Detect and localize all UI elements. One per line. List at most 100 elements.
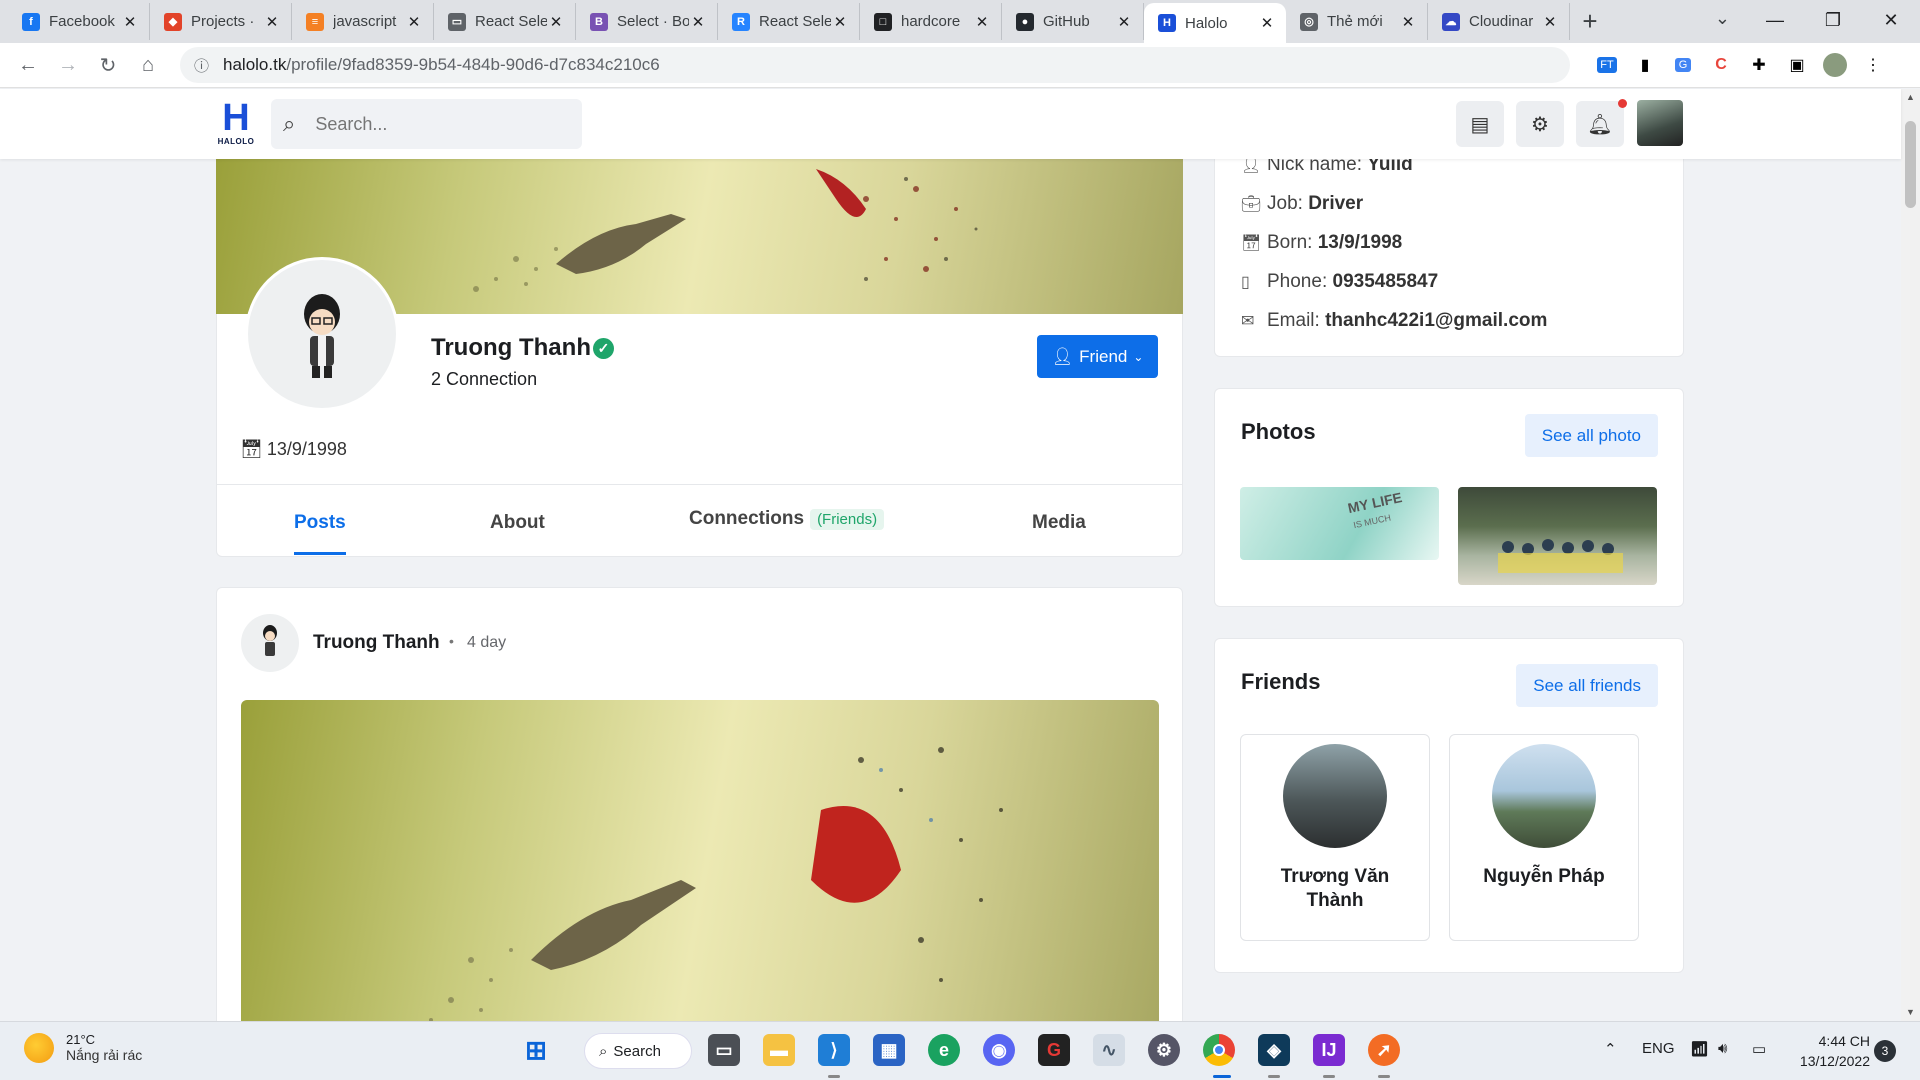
- browser-tab[interactable]: R React Sele ✕: [718, 3, 860, 40]
- tab-close-icon[interactable]: ✕: [1399, 13, 1417, 31]
- wifi-icon[interactable]: 📶︎: [1690, 1040, 1709, 1058]
- file-explorer-icon[interactable]: ▬: [763, 1034, 795, 1066]
- tab-title: React Sele: [475, 13, 547, 30]
- browser-tab[interactable]: f Facebook ✕: [8, 3, 150, 40]
- see-all-photos-button[interactable]: See all photo: [1524, 414, 1658, 457]
- tab-close-icon[interactable]: ✕: [1258, 14, 1276, 32]
- email-label: Email:: [1267, 310, 1320, 331]
- browser-tab[interactable]: ◎ Thẻ mới ✕: [1286, 3, 1428, 40]
- user-avatar[interactable]: [1637, 100, 1683, 146]
- see-all-friends-button[interactable]: See all friends: [1516, 664, 1658, 707]
- tab-media[interactable]: Media: [1032, 512, 1086, 534]
- postman-icon[interactable]: ➚: [1368, 1034, 1400, 1066]
- vscode-icon[interactable]: ⟩: [818, 1034, 850, 1066]
- phone-value: 0935485847: [1332, 271, 1439, 292]
- restore-icon[interactable]: ❐: [1804, 0, 1862, 40]
- browser-tab[interactable]: H Halolo ✕: [1144, 3, 1286, 43]
- browser-tab[interactable]: ● GitHub ✕: [1002, 3, 1144, 40]
- weather-widget[interactable]: 21°C Nắng rải rác: [24, 1032, 142, 1063]
- jetbrains-icon[interactable]: IJ: [1313, 1034, 1345, 1066]
- notification-count-badge[interactable]: 3: [1874, 1040, 1896, 1062]
- notifications-bell-icon[interactable]: 🔔︎: [1576, 101, 1624, 147]
- mysql-workbench-icon[interactable]: ◈: [1258, 1034, 1290, 1066]
- tab-close-icon[interactable]: ✕: [689, 13, 707, 31]
- tab-close-icon[interactable]: ✕: [263, 13, 281, 31]
- tab-close-icon[interactable]: ✕: [547, 13, 565, 31]
- post-author-avatar[interactable]: [241, 614, 299, 672]
- discord-icon[interactable]: ◉: [983, 1034, 1015, 1066]
- scroll-thumb[interactable]: [1905, 121, 1916, 208]
- scroll-up-icon[interactable]: ▲: [1901, 89, 1920, 106]
- friend-card[interactable]: Trương Văn Thành: [1240, 734, 1430, 941]
- photo-thumbnail[interactable]: MY LIFE IS MUCH: [1240, 487, 1439, 560]
- taskbar-search[interactable]: ⌕ Search: [584, 1033, 692, 1069]
- tab-close-icon[interactable]: ✕: [1541, 13, 1559, 31]
- browser-tab[interactable]: ◆ Projects · ✕: [150, 3, 292, 40]
- profile-connections[interactable]: 2 Connection: [431, 369, 537, 390]
- post-author-name[interactable]: Truong Thanh: [313, 632, 440, 654]
- address-bar[interactable]: ⓘ halolo.tk/profile/9fad8359-9b54-484b-9…: [180, 47, 1570, 83]
- chrome-icon[interactable]: [1203, 1034, 1235, 1066]
- logo-mark: H: [222, 97, 250, 139]
- tab-posts[interactable]: Posts: [294, 512, 346, 555]
- tab-close-icon[interactable]: ✕: [1115, 13, 1133, 31]
- battery-icon[interactable]: ▭: [1752, 1040, 1766, 1058]
- microsoft-store-icon[interactable]: ▦: [873, 1034, 905, 1066]
- settings-gear-icon[interactable]: ⚙: [1516, 101, 1564, 147]
- language-indicator[interactable]: ENG: [1642, 1040, 1675, 1057]
- profile-avatar-icon[interactable]: [1816, 47, 1854, 83]
- windows-start-icon[interactable]: ⊞: [520, 1034, 552, 1066]
- close-window-icon[interactable]: ✕: [1862, 0, 1920, 40]
- browser-tab[interactable]: ▭ React Sele ✕: [434, 3, 576, 40]
- system-clock[interactable]: 4:44 CH 13/12/2022: [1790, 1031, 1870, 1071]
- reload-icon[interactable]: ↻: [88, 45, 128, 85]
- friends-card: Friends See all friends Trương Văn Thành…: [1214, 638, 1684, 973]
- browser-tab[interactable]: ≡ javascript ✕: [292, 3, 434, 40]
- forward-icon[interactable]: →: [48, 45, 88, 85]
- born-label: Born:: [1267, 232, 1313, 253]
- extension-ft-icon[interactable]: FT: [1588, 47, 1626, 83]
- tab-search-icon[interactable]: ⌄: [1715, 8, 1730, 29]
- browser-tab[interactable]: □ hardcore ✕: [860, 3, 1002, 40]
- messages-icon[interactable]: ▤: [1456, 101, 1504, 147]
- translate-icon[interactable]: G: [1664, 47, 1702, 83]
- profile-avatar[interactable]: [245, 257, 399, 411]
- tab-connections[interactable]: Connections (Friends): [689, 508, 885, 530]
- tab-posts-label: Posts: [294, 512, 346, 533]
- tab-close-icon[interactable]: ✕: [405, 13, 423, 31]
- photo-thumbnail[interactable]: [1458, 487, 1657, 585]
- page-scrollbar[interactable]: ▲ ▼: [1901, 89, 1920, 1021]
- friend-button[interactable]: 👤︎ Friend ⌄: [1037, 335, 1158, 378]
- extensions-puzzle-icon[interactable]: ✚: [1740, 47, 1778, 83]
- browser-menu-icon[interactable]: ⋮: [1854, 47, 1892, 83]
- side-panel-icon[interactable]: ▣: [1778, 47, 1816, 83]
- browser-tab[interactable]: ☁ Cloudinar ✕: [1428, 3, 1570, 40]
- friend-card[interactable]: Nguyễn Pháp: [1449, 734, 1639, 941]
- post-image[interactable]: [241, 700, 1159, 1021]
- back-icon[interactable]: ←: [8, 45, 48, 85]
- home-icon[interactable]: ⌂: [128, 45, 168, 85]
- tray-chevron-up-icon[interactable]: ⌃: [1604, 1040, 1617, 1058]
- tab-close-icon[interactable]: ✕: [973, 13, 991, 31]
- tab-title: Halolo: [1185, 14, 1228, 32]
- site-info-icon[interactable]: ⓘ: [194, 55, 209, 76]
- scroll-down-icon[interactable]: ▼: [1901, 1004, 1920, 1021]
- tab-close-icon[interactable]: ✕: [831, 13, 849, 31]
- halolo-logo[interactable]: H HALOLO: [216, 99, 256, 147]
- edge-icon[interactable]: e: [928, 1034, 960, 1066]
- tab-favicon-icon: ▭: [448, 12, 466, 31]
- extension-c-icon[interactable]: C: [1702, 47, 1740, 83]
- minimize-icon[interactable]: —: [1746, 0, 1804, 40]
- browser-tab[interactable]: B Select · Bo ✕: [576, 3, 718, 40]
- app-search-input[interactable]: [315, 113, 536, 135]
- extension-phone-icon[interactable]: ▮: [1626, 47, 1664, 83]
- volume-icon[interactable]: 🔊︎: [1718, 1040, 1727, 1057]
- task-view-icon[interactable]: ▭: [708, 1034, 740, 1066]
- new-tab-button[interactable]: +: [1570, 1, 1610, 41]
- performance-monitor-icon[interactable]: ∿: [1093, 1034, 1125, 1066]
- tab-about[interactable]: About: [490, 512, 545, 534]
- tab-close-icon[interactable]: ✕: [121, 13, 139, 31]
- user-icon: 👤︎: [1241, 159, 1262, 174]
- settings-gear-icon[interactable]: ⚙: [1148, 1034, 1180, 1066]
- garena-icon[interactable]: G: [1038, 1034, 1070, 1066]
